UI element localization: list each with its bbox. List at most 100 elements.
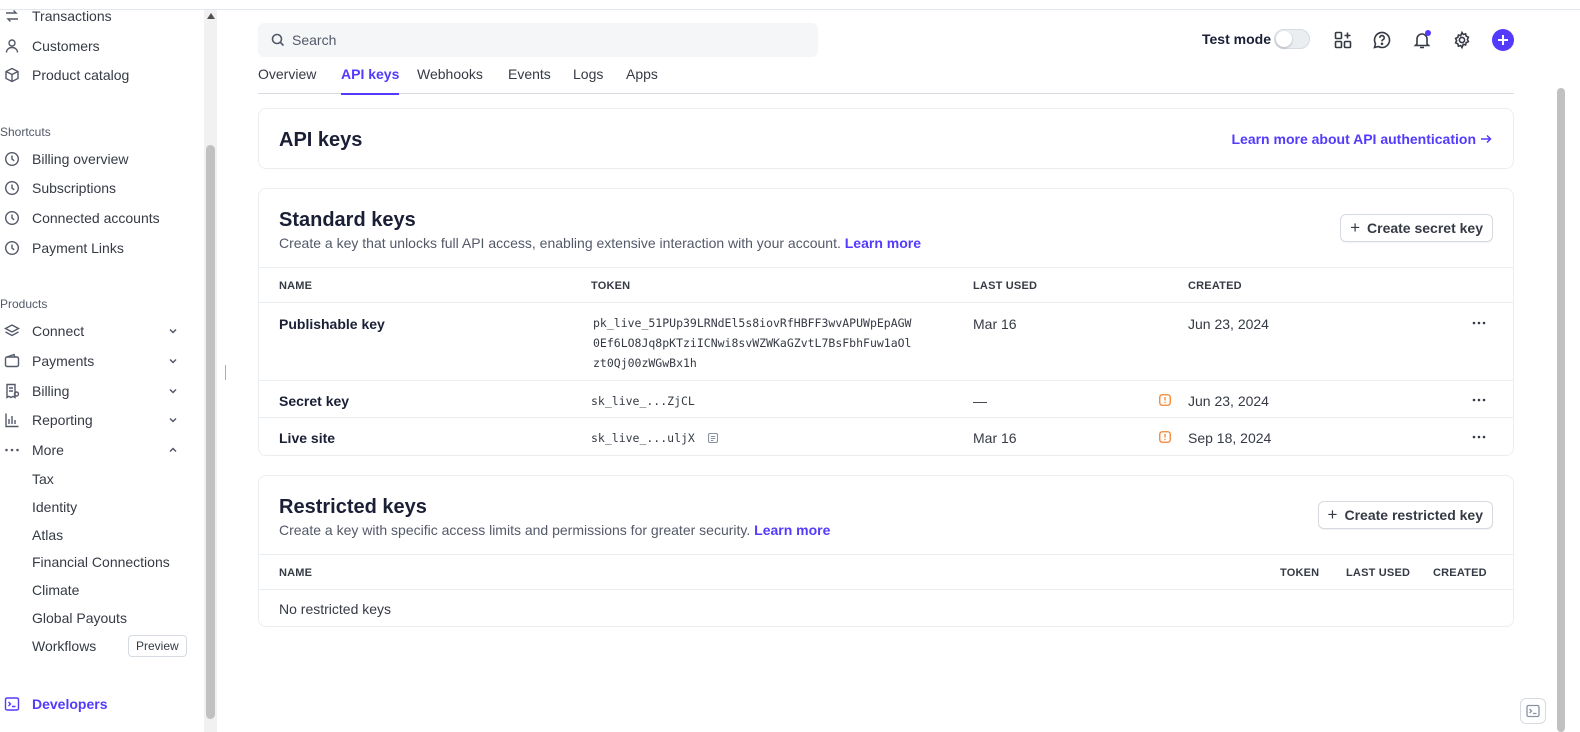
page-title: API keys (279, 129, 363, 151)
sidebar-item-label: Billing (32, 383, 70, 399)
test-mode-toggle[interactable] (1274, 29, 1310, 49)
bar-chart-icon (4, 412, 20, 428)
overflow-menu-icon[interactable] (1471, 315, 1487, 331)
sidebar-scrollbar-thumb[interactable] (206, 145, 215, 719)
more-icon (4, 442, 20, 458)
sidebar: Transactions Customers Product catalog S… (0, 0, 204, 732)
key-name: Secret key (279, 393, 350, 409)
table-header: NAME TOKEN LAST USED CREATED (259, 267, 1513, 303)
sidebar-item-label: Reporting (32, 412, 93, 428)
apps-grid-icon[interactable] (1333, 30, 1353, 50)
column-header-last-used: LAST USED (973, 280, 1038, 292)
sidebar-subitem-atlas[interactable]: Atlas (32, 523, 63, 547)
tab-events[interactable]: Events (508, 66, 551, 94)
sidebar-item-connect[interactable]: Connect (0, 318, 190, 344)
table-row[interactable]: Live site sk_live_...uljX Mar 16 Sep 18,… (259, 418, 1513, 455)
key-name: Live site (279, 430, 336, 446)
created-date: Jun 23, 2024 (1188, 393, 1269, 409)
tab-overview[interactable]: Overview (258, 66, 316, 94)
sidebar-item-label: Payments (32, 353, 95, 369)
chevron-down-icon (169, 388, 177, 394)
learn-more-auth-text: Learn more about API authentication (1231, 131, 1476, 147)
plus-icon: + (1350, 218, 1361, 237)
last-used: — (973, 393, 987, 409)
restricted-keys-title: Restricted keys (279, 496, 427, 518)
live-site-key-token[interactable]: sk_live_...uljX (591, 431, 695, 445)
sidebar-item-payments[interactable]: Payments (0, 348, 190, 374)
clock-icon (4, 240, 20, 256)
warning-icon[interactable] (1159, 394, 1171, 406)
learn-more-link[interactable]: Learn more (845, 235, 921, 251)
scroll-up-arrow-icon[interactable] (207, 13, 215, 19)
overflow-menu-icon[interactable] (1471, 429, 1487, 445)
sidebar-item-label: Connect (32, 323, 85, 339)
table-row[interactable]: Secret key sk_live_...ZjCL — Jun 23, 202… (259, 381, 1513, 418)
token-line: 0Ef6LO8Jq8pKTziICNwi8svWZWKaGZvtL7BsFbhF… (593, 336, 912, 350)
sidebar-subitem-global-payouts[interactable]: Global Payouts (32, 606, 127, 630)
sidebar-item-subscriptions[interactable]: Subscriptions (0, 175, 190, 201)
sidebar-item-developers[interactable]: Developers (0, 691, 190, 717)
create-restricted-key-button[interactable]: + Create restricted key (1317, 501, 1493, 529)
create-plus-button[interactable] (1492, 29, 1514, 51)
overflow-menu-icon[interactable] (1471, 392, 1487, 408)
sidebar-item-transactions[interactable]: Transactions (0, 3, 190, 29)
last-used: Mar 16 (973, 316, 1017, 332)
chevron-down-icon (169, 328, 177, 334)
arrow-right-icon (1481, 134, 1492, 144)
sidebar-resize-handle[interactable] (225, 365, 226, 380)
tab-webhooks[interactable]: Webhooks (417, 66, 483, 94)
sidebar-item-payment-links[interactable]: Payment Links (0, 235, 190, 261)
tab-logs[interactable]: Logs (573, 66, 603, 94)
help-icon[interactable] (1372, 30, 1392, 50)
shortcuts-section-label: Shortcuts (0, 125, 51, 139)
warning-icon[interactable] (1159, 431, 1171, 443)
sidebar-item-reporting[interactable]: Reporting (0, 407, 190, 433)
live-site-token-cell: sk_live_...uljX (591, 428, 719, 448)
token-line: zt0Qj00zWGwBx1h (593, 356, 697, 370)
note-icon[interactable] (707, 432, 719, 444)
learn-more-auth-link[interactable]: Learn more about API authentication (1231, 131, 1493, 147)
table-row[interactable]: Publishable key pk_live_51PUp39LRNdEl5s8… (259, 303, 1513, 381)
preview-badge: Preview (128, 635, 187, 657)
token-line: pk_live_51PUp39LRNdEl5s8iovRfHBFF3wvAPUW… (593, 316, 912, 330)
column-header-token: TOKEN (1280, 567, 1320, 579)
plus-icon: + (1327, 505, 1338, 524)
chevron-down-icon (169, 358, 177, 364)
sidebar-item-billing[interactable]: Billing (0, 378, 190, 404)
sidebar-subitem-workflows[interactable]: Workflows (32, 634, 96, 658)
search-input[interactable] (292, 32, 792, 48)
toggle-knob (1276, 31, 1292, 47)
created-date: Sep 18, 2024 (1188, 430, 1272, 446)
sidebar-item-connected-accounts[interactable]: Connected accounts (0, 205, 190, 231)
sidebar-item-product-catalog[interactable]: Product catalog (0, 62, 190, 88)
tab-apps[interactable]: Apps (626, 66, 658, 94)
terminal-shell-button[interactable] (1520, 698, 1546, 724)
column-header-name: NAME (279, 280, 313, 292)
publishable-key-token[interactable]: pk_live_51PUp39LRNdEl5s8iovRfHBFF3wvAPUW… (593, 313, 912, 373)
secret-key-token[interactable]: sk_live_...ZjCL (591, 391, 695, 411)
search-bar[interactable] (258, 23, 818, 57)
sidebar-item-billing-overview[interactable]: Billing overview (0, 146, 190, 172)
learn-more-link[interactable]: Learn more (754, 522, 830, 538)
clock-icon (4, 180, 20, 196)
terminal-icon (1526, 704, 1540, 718)
test-mode-label: Test mode (1202, 31, 1271, 47)
restricted-keys-card: Restricted keys Create a key with specif… (258, 475, 1514, 627)
sidebar-subitem-climate[interactable]: Climate (32, 578, 79, 602)
sidebar-item-more[interactable]: More (0, 437, 190, 463)
sidebar-subitem-tax[interactable]: Tax (32, 467, 54, 491)
sidebar-subitem-financial-connections[interactable]: Financial Connections (32, 550, 170, 574)
description-text: Create a key with specific access limits… (279, 522, 751, 538)
sidebar-subitem-identity[interactable]: Identity (32, 495, 77, 519)
products-section-label: Products (0, 297, 48, 311)
button-label: Create secret key (1367, 220, 1483, 236)
tab-api-keys[interactable]: API keys (341, 66, 400, 95)
sidebar-item-customers[interactable]: Customers (0, 33, 190, 59)
api-keys-card: API keys Learn more about API authentica… (258, 108, 1514, 169)
gear-icon[interactable] (1452, 30, 1472, 50)
top-divider (0, 9, 1580, 10)
sidebar-item-label: Developers (32, 696, 108, 712)
main-scrollbar-thumb[interactable] (1557, 88, 1565, 732)
create-secret-key-button[interactable]: + Create secret key (1340, 214, 1493, 242)
column-header-token: TOKEN (591, 280, 631, 292)
